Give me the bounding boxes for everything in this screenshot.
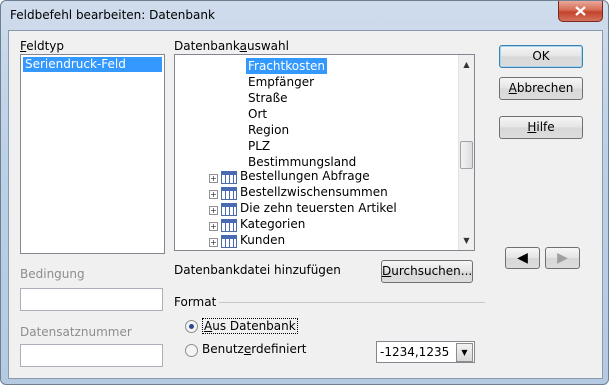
tree-field-item[interactable]: Region — [248, 122, 289, 138]
expand-icon[interactable]: + — [209, 222, 218, 231]
help-button[interactable]: Hilfe — [499, 116, 583, 139]
tree-field-item[interactable]: Empfänger — [248, 74, 314, 90]
tree-table-item[interactable]: Die zehn teuersten Artikel — [240, 200, 397, 216]
tree-field-item[interactable]: Straße — [248, 90, 288, 106]
chevron-down-icon[interactable]: ▼ — [456, 343, 473, 362]
custom-format-radio[interactable] — [185, 344, 198, 357]
add-database-label: Datenbankdatei hinzufügen — [174, 263, 341, 277]
dialog-window: Feldbefehl bearbeiten: Datenbank Feldtyp… — [0, 0, 609, 385]
scroll-up-arrow-icon[interactable]: ▲ — [459, 57, 474, 72]
record-number-label: Datensatznummer — [20, 325, 132, 339]
cancel-button[interactable]: Abbrechen — [499, 77, 583, 100]
custom-format-label[interactable]: Benutzerdefiniert — [202, 342, 306, 356]
prev-record-button[interactable]: ◀ — [505, 247, 540, 269]
field-type-label-text: eldtyp — [26, 39, 65, 53]
condition-label: Bedingung — [20, 267, 85, 281]
scroll-down-arrow-icon[interactable]: ▼ — [459, 233, 474, 248]
database-tree[interactable]: Frachtkosten Empfänger Straße Ort Region… — [174, 54, 475, 251]
tree-field-item[interactable]: PLZ — [248, 138, 270, 154]
table-icon — [221, 187, 237, 200]
right-arrow-icon: ▶ — [557, 250, 568, 266]
expand-icon[interactable]: + — [209, 190, 218, 199]
list-item[interactable]: Seriendruck-Feld — [23, 57, 162, 72]
table-icon — [221, 219, 237, 232]
field-type-label: Feldtyp — [20, 39, 65, 53]
title-bar[interactable]: Feldbefehl bearbeiten: Datenbank — [1, 1, 608, 31]
tree-field-item[interactable]: Ort — [248, 106, 267, 122]
custom-format-select[interactable]: -1234,1235 ▼ — [376, 341, 475, 363]
scroll-thumb[interactable] — [460, 141, 473, 169]
browse-button[interactable]: Durchsuchen... — [381, 260, 473, 283]
tree-table-item[interactable]: Kunden — [240, 232, 285, 248]
next-record-button[interactable]: ▶ — [545, 247, 580, 269]
table-icon — [221, 171, 237, 184]
close-button[interactable] — [558, 1, 603, 22]
dialog-body: Feldtyp Seriendruck-Feld Datenbankauswah… — [8, 30, 603, 379]
tree-scrollbar[interactable]: ▲ ▼ — [458, 55, 474, 250]
table-icon — [221, 203, 237, 216]
table-icon — [221, 235, 237, 248]
expand-icon[interactable]: + — [209, 174, 218, 183]
tree-table-item[interactable]: Bestellzwischensummen — [240, 184, 388, 200]
left-arrow-icon: ◀ — [517, 250, 528, 266]
ok-button[interactable]: OK — [499, 45, 583, 68]
format-label: Format — [174, 295, 217, 309]
record-number-field[interactable] — [20, 344, 163, 367]
custom-format-value: -1234,1235 — [380, 345, 450, 359]
from-database-label[interactable]: Aus Datenbank — [202, 318, 298, 334]
tree-field-item[interactable]: Frachtkosten — [246, 58, 328, 74]
condition-field[interactable] — [20, 288, 163, 311]
window-title: Feldbefehl bearbeiten: Datenbank — [10, 8, 215, 22]
database-selection-label: Datenbankauswahl — [174, 39, 289, 53]
from-database-radio[interactable] — [185, 320, 198, 333]
tree-table-item[interactable]: Bestellungen Abfrage — [240, 168, 370, 184]
format-separator — [219, 302, 485, 303]
expand-icon[interactable]: + — [209, 238, 218, 247]
expand-icon[interactable]: + — [209, 206, 218, 215]
field-type-list[interactable]: Seriendruck-Feld — [20, 54, 165, 254]
close-icon — [575, 6, 586, 16]
tree-table-item[interactable]: Kategorien — [240, 216, 305, 232]
